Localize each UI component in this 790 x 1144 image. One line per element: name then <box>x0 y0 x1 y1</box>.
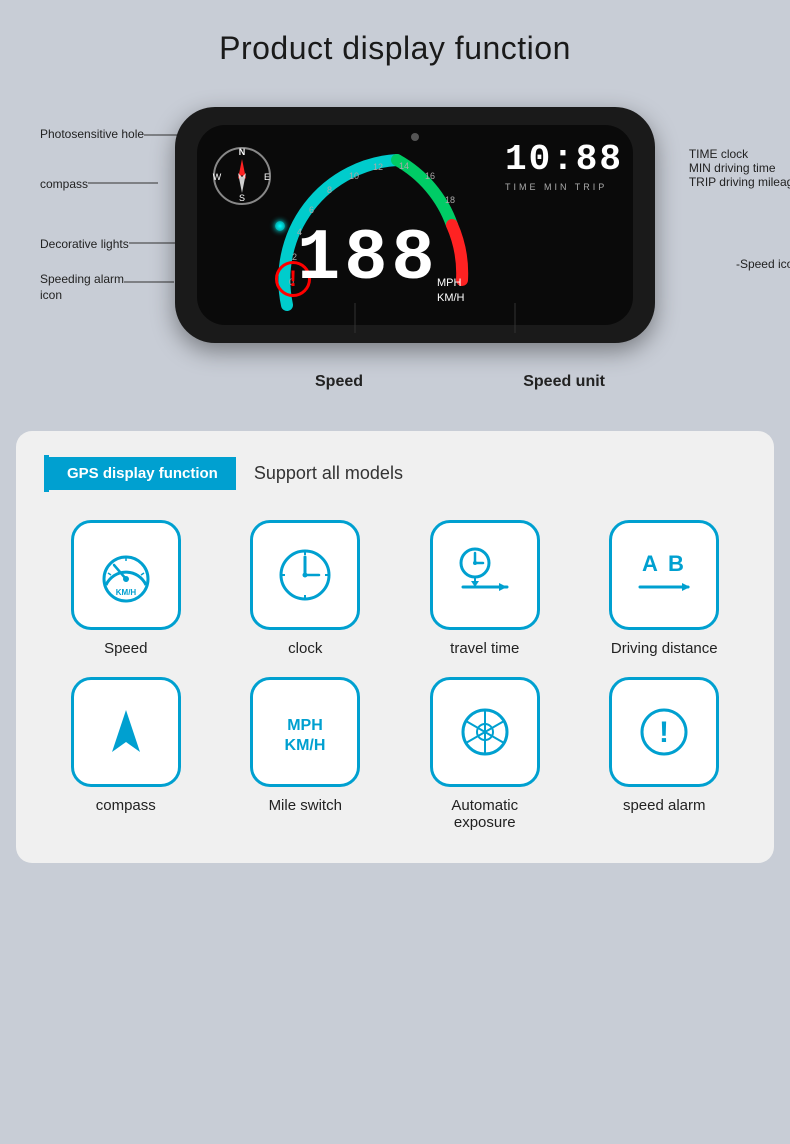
gps-tab-active[interactable]: GPS display function <box>49 457 236 490</box>
svg-text:S: S <box>239 193 245 203</box>
features-grid: KM/H Speed <box>44 520 746 831</box>
feature-clock: clock <box>224 520 388 657</box>
svg-text:6: 6 <box>309 205 314 215</box>
speed-bottom-label: Speed <box>315 373 363 391</box>
feature-driving-distance: A B Driving distance <box>583 520 747 657</box>
svg-text:KM/H: KM/H <box>116 588 137 597</box>
speed-alarm-label: speed alarm <box>623 797 706 814</box>
photo-hole-label: Photosensitive hole <box>40 127 144 141</box>
time-display: 10:88 TIME MIN TRIP <box>505 139 623 192</box>
mile-switch-icon: MPH KM/H <box>273 700 337 764</box>
travel-time-label: travel time <box>450 640 519 657</box>
svg-text:MPH: MPH <box>287 717 323 734</box>
svg-text:W: W <box>213 172 222 182</box>
speed-icon-box: KM/H <box>71 520 181 630</box>
svg-text:N: N <box>239 147 246 157</box>
auto-exposure-icon <box>453 700 517 764</box>
top-section: Product display function Photosensitive … <box>0 0 790 431</box>
svg-text:10: 10 <box>349 171 359 181</box>
feature-auto-exposure: Automaticexposure <box>403 677 567 831</box>
feature-travel-time: travel time <box>403 520 567 657</box>
svg-text:12: 12 <box>373 162 383 172</box>
gps-header: GPS display function Support all models <box>44 455 746 492</box>
speed-alarm-icon-box: ! <box>609 677 719 787</box>
svg-text:8: 8 <box>327 185 332 195</box>
feature-speed: KM/H Speed <box>44 520 208 657</box>
speedometer-icon: KM/H <box>94 543 158 607</box>
clock-label: clock <box>288 640 322 657</box>
compass-feature-label: compass <box>96 797 156 814</box>
time-labels: TIME MIN TRIP <box>505 182 623 192</box>
svg-text:18: 18 <box>445 195 455 205</box>
speed-unit-display: MPH KM/H <box>437 276 465 305</box>
decorative-light <box>275 221 285 231</box>
time-clock-label: TIME clock MIN driving time TRIP driving… <box>689 147 790 189</box>
compass-label-ann: compass <box>40 177 88 191</box>
svg-text:14: 14 <box>399 161 409 171</box>
travel-time-icon <box>453 543 517 607</box>
deco-lights-label: Decorative lights <box>40 237 129 251</box>
speed-label: Speed <box>104 640 147 657</box>
hud-screen: N S E W <box>197 125 633 325</box>
driving-distance-label: Driving distance <box>611 640 718 657</box>
driving-distance-icon-box: A B <box>609 520 719 630</box>
hud-device: N S E W <box>175 107 655 343</box>
auto-exposure-label: Automaticexposure <box>451 797 518 831</box>
svg-text:16: 16 <box>425 171 435 181</box>
driving-distance-icon: A B <box>632 543 696 607</box>
travel-time-icon-box <box>430 520 540 630</box>
mile-switch-label: Mile switch <box>269 797 342 814</box>
svg-text:B: B <box>668 551 684 576</box>
feature-compass: compass <box>44 677 208 831</box>
speed-icon-label: -Speed icon <box>736 257 790 271</box>
clock-icon <box>273 543 337 607</box>
time-digits: 10:88 <box>505 139 623 180</box>
main-title: Product display function <box>20 30 770 67</box>
feature-speed-alarm: ! speed alarm <box>583 677 747 831</box>
speed-value-display: 188 <box>297 223 439 295</box>
compass-feature-icon <box>94 700 158 764</box>
auto-exposure-icon-box <box>430 677 540 787</box>
feature-mile-switch: MPH KM/H Mile switch <box>224 677 388 831</box>
compass-icon-box <box>71 677 181 787</box>
svg-text:A: A <box>642 551 658 576</box>
svg-text:!: ! <box>659 716 669 749</box>
mile-switch-icon-box: MPH KM/H <box>250 677 360 787</box>
speeding-alarm-label: Speeding alarmicon <box>40 272 124 303</box>
speed-unit-bottom-label: Speed unit <box>523 373 605 391</box>
clock-icon-box <box>250 520 360 630</box>
compass-widget: N S E W <box>211 145 273 207</box>
svg-text:KM/H: KM/H <box>285 737 326 754</box>
bottom-section: GPS display function Support all models … <box>16 431 774 863</box>
gps-tab-inactive[interactable]: Support all models <box>236 455 421 492</box>
speed-alarm-icon: ! <box>632 700 696 764</box>
